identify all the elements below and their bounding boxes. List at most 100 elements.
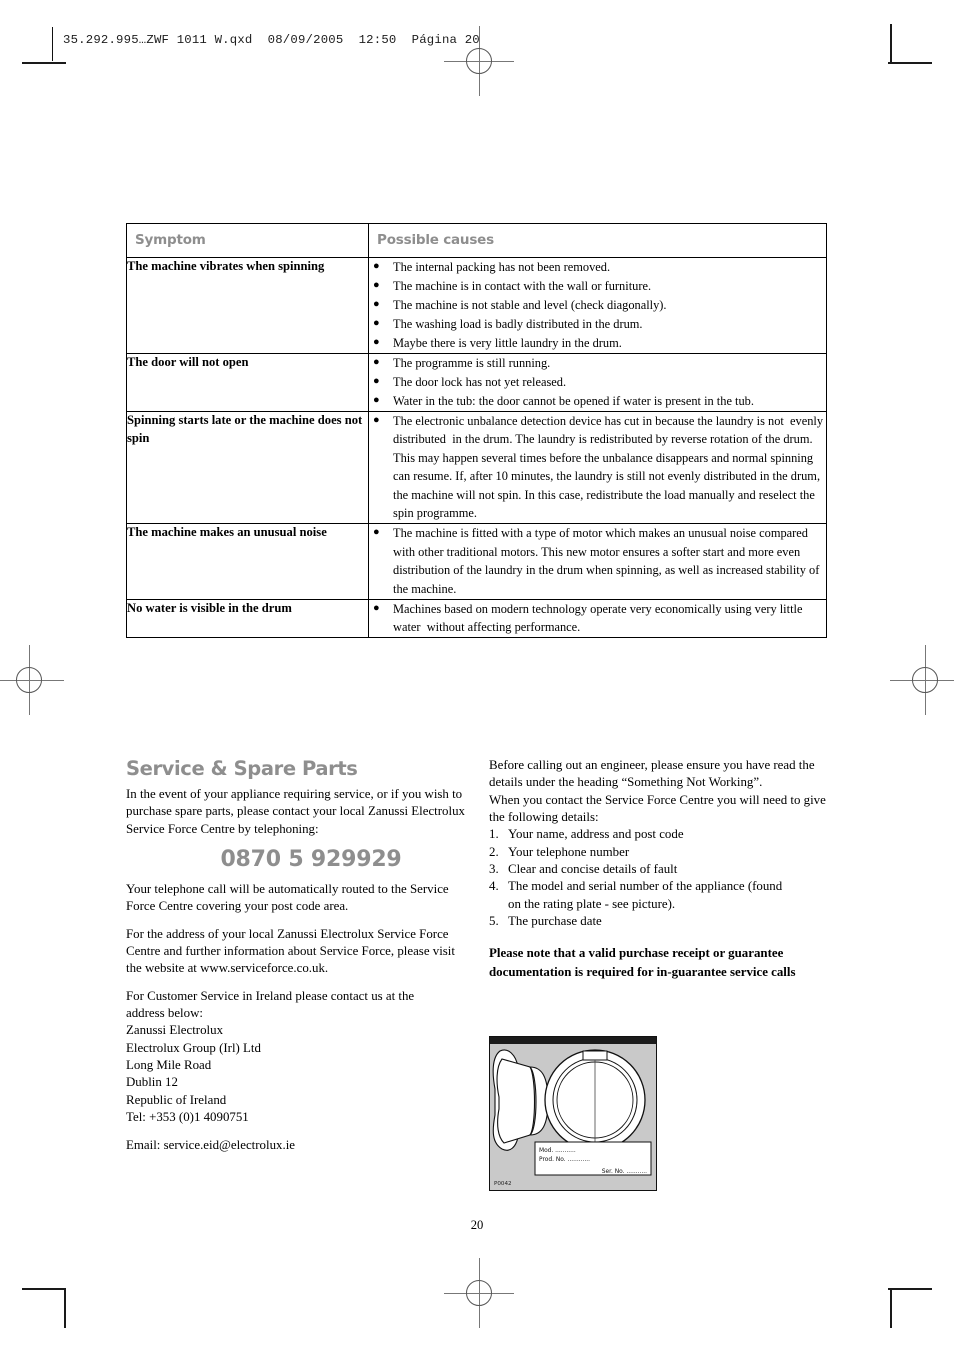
cause-text: Maybe there is very little laundry in th… bbox=[393, 335, 622, 350]
list-item: 3. Clear and concise details of fault bbox=[489, 861, 829, 878]
causes-list: ● Machines based on modern technology ope… bbox=[369, 600, 826, 637]
ireland-address-block: address below: Zanussi Electrolux Electr… bbox=[126, 1006, 261, 1125]
figure-reference-code: P0042 bbox=[494, 1181, 512, 1187]
list-text: Clear and concise details of fault bbox=[508, 862, 678, 877]
list-number: 5. bbox=[489, 914, 499, 929]
bullet-icon: ● bbox=[373, 601, 380, 614]
table-header-row: Symptom Possible causes bbox=[126, 223, 827, 258]
list-item: 2. Your telephone number bbox=[489, 844, 829, 861]
table-row: The machine vibrates when spinning ● The … bbox=[126, 257, 827, 354]
list-item: 4. The model and serial number of the app… bbox=[489, 878, 829, 913]
rating-plate-text-block: Mod. ........... Prod. No. ............ … bbox=[539, 1147, 647, 1177]
table-row: Spinning starts late or the machine does… bbox=[126, 410, 827, 525]
list-text: Your telephone number bbox=[508, 844, 630, 859]
ireland-email: Email: service.eid@electrolux.ie bbox=[126, 1137, 295, 1152]
bullet-icon: ● bbox=[373, 526, 380, 539]
cause-text: The machine is fitted with a type of mot… bbox=[393, 526, 823, 596]
call-routing-paragraph: Your telephone call will be automaticall… bbox=[126, 882, 449, 914]
crop-mark-bottom-right-vertical bbox=[890, 1288, 892, 1328]
list-text: Your name, address and post code bbox=[508, 827, 684, 842]
list-text: The model and serial number of the appli… bbox=[508, 879, 783, 911]
website-paragraph: For the address of your local Zanussi El… bbox=[126, 926, 455, 976]
symptom-cell: Spinning starts late or the machine does… bbox=[126, 410, 369, 525]
service-phone-number: 0870 5 929929 bbox=[220, 847, 402, 873]
list-item: ● The washing load is badly distributed i… bbox=[369, 315, 826, 333]
symptom-cell: The machine makes an unusual noise bbox=[126, 523, 369, 600]
bullet-icon: ● bbox=[373, 413, 380, 426]
crop-mark-top-right-horizontal bbox=[888, 62, 932, 64]
causes-list: ● The programme is still running. ● The do… bbox=[369, 354, 826, 410]
symptom-cell: The door will not open bbox=[126, 352, 369, 412]
list-item: 1. Your name, address and post code bbox=[489, 826, 829, 843]
causes-cell: ● The internal packing has not been remov… bbox=[368, 257, 827, 354]
table-row: No water is visible in the drum ● Machine… bbox=[126, 598, 827, 639]
crop-mark-bottom-left-vertical bbox=[64, 1288, 66, 1328]
causes-list: ● The machine is fitted with a type of mo… bbox=[369, 524, 826, 598]
service-spare-parts-column: Service & Spare Parts In the event of yo… bbox=[126, 757, 466, 1164]
bullet-icon: ● bbox=[373, 316, 380, 329]
cause-text: The machine is not stable and level (che… bbox=[393, 297, 667, 312]
cause-text: The door lock has not yet released. bbox=[393, 374, 567, 389]
ireland-intro-paragraph: For Customer Service in Ireland please c… bbox=[126, 988, 415, 1003]
cause-text: Water in the tub: the door cannot be ope… bbox=[393, 393, 754, 408]
bullet-icon: ● bbox=[373, 297, 380, 310]
list-number: 3. bbox=[489, 862, 499, 877]
registration-mark-left bbox=[0, 645, 64, 715]
causes-list: ● The internal packing has not been remov… bbox=[369, 258, 826, 352]
page-title: Service & Spare Parts bbox=[126, 757, 358, 780]
document-slug: 35.292.995…ZWF 1011 W.qxd 08/09/2005 12:… bbox=[63, 33, 480, 47]
table-body: The machine vibrates when spinning ● The … bbox=[126, 257, 827, 639]
bullet-icon: ● bbox=[373, 260, 380, 272]
table-row: The machine makes an unusual noise ● The … bbox=[126, 523, 827, 600]
rating-plate-prodno-line: Prod. No. ............ bbox=[539, 1156, 590, 1163]
list-item: ● The machine is in contact with the wall… bbox=[369, 277, 826, 295]
list-item: ● The door lock has not yet released. bbox=[369, 373, 826, 391]
list-number: 1. bbox=[489, 827, 499, 842]
list-item: ● The machine is not stable and level (ch… bbox=[369, 296, 826, 314]
column-header-possible-causes: Possible causes bbox=[368, 223, 827, 258]
slug-divider-rule bbox=[52, 27, 54, 61]
causes-cell: ● Machines based on modern technology ope… bbox=[368, 598, 827, 639]
symptom-cell: The machine vibrates when spinning bbox=[126, 257, 369, 354]
causes-cell: ● The electronic unbalance detection devi… bbox=[368, 410, 827, 525]
cause-text: The machine is in contact with the wall … bbox=[393, 278, 652, 293]
column-header-symptom: Symptom bbox=[126, 223, 369, 258]
service-intro-paragraph: In the event of your appliance requiring… bbox=[126, 787, 465, 836]
rating-plate-serno-line: Ser. No. ........... bbox=[601, 1169, 647, 1176]
crop-mark-top-left-horizontal bbox=[22, 62, 66, 64]
cause-text: The washing load is badly distributed in… bbox=[393, 316, 643, 331]
table-row: The door will not open ● The programme is… bbox=[126, 352, 827, 412]
contact-details-paragraph: When you contact the Service Force Centr… bbox=[489, 792, 826, 825]
cause-text: The programme is still running. bbox=[393, 355, 551, 370]
page-number: 20 bbox=[470, 1218, 484, 1232]
registration-mark-right bbox=[890, 645, 954, 715]
door-inner-cone bbox=[496, 1058, 535, 1144]
crop-mark-bottom-right-horizontal bbox=[888, 1288, 932, 1290]
crop-mark-top-right-vertical bbox=[890, 24, 892, 64]
causes-cell: ● The machine is fitted with a type of mo… bbox=[368, 523, 827, 600]
list-item: ● The machine is fitted with a type of mo… bbox=[369, 524, 826, 598]
troubleshooting-table: Symptom Possible causes The machine vibr… bbox=[126, 223, 827, 639]
registration-mark-bottom bbox=[444, 1258, 514, 1328]
bullet-icon: ● bbox=[373, 355, 380, 368]
rating-plate-model-line: Mod. ........... bbox=[539, 1148, 576, 1154]
symptom-cell: No water is visible in the drum bbox=[126, 598, 369, 639]
washing-machine-illustration: Mod. ........... Prod. No. ............ … bbox=[489, 1036, 657, 1191]
list-item: ● Machines based on modern technology ope… bbox=[369, 600, 826, 637]
causes-list: ● The electronic unbalance detection devi… bbox=[369, 412, 826, 523]
list-item: 5. The purchase date bbox=[489, 913, 829, 930]
before-calling-column: Before calling out an engineer, please e… bbox=[489, 757, 829, 981]
bullet-icon: ● bbox=[373, 393, 380, 406]
crop-mark-bottom-left-horizontal bbox=[22, 1288, 66, 1290]
list-number: 2. bbox=[489, 844, 499, 859]
list-item: ● The programme is still running. bbox=[369, 354, 826, 372]
bullet-icon: ● bbox=[373, 374, 380, 387]
causes-cell: ● The programme is still running. ● The do… bbox=[368, 352, 827, 412]
cause-text: The electronic unbalance detection devic… bbox=[393, 413, 827, 521]
required-details-list: 1. Your name, address and post code 2. You… bbox=[489, 826, 829, 930]
list-item: ● Maybe there is very little laundry in t… bbox=[369, 334, 826, 352]
list-item: ● The electronic unbalance detection devi… bbox=[369, 412, 826, 523]
list-item: ● The internal packing has not been remov… bbox=[369, 258, 826, 276]
list-text: The purchase date bbox=[508, 914, 602, 929]
list-item: ● Water in the tub: the door cannot be op… bbox=[369, 392, 826, 410]
